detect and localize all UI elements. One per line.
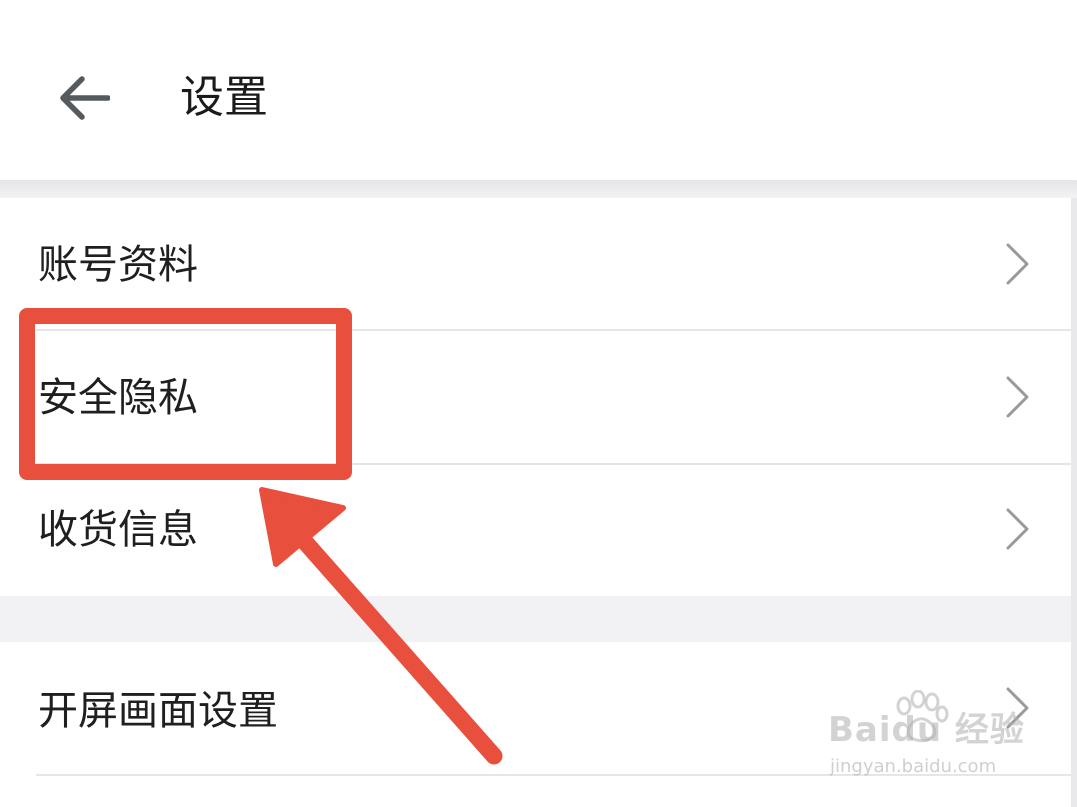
settings-group-display: 开屏画面设置 [0, 642, 1077, 807]
settings-item-label: 安全隐私 [38, 375, 198, 421]
app-header: 设置 [0, 0, 1077, 180]
chevron-right-icon [1006, 687, 1029, 729]
page-title: 设置 [180, 72, 268, 123]
chevron-right-icon [1006, 508, 1029, 550]
settings-item-label: 开屏画面设置 [38, 688, 278, 734]
settings-item-label: 账号资料 [38, 242, 198, 288]
settings-item-shipping-info[interactable]: 收货信息 [0, 465, 1077, 597]
scrollbar[interactable] [1071, 198, 1077, 807]
chevron-right-icon [1006, 376, 1029, 418]
divider [36, 774, 1077, 776]
section-gap [0, 596, 1077, 642]
settings-item-account-profile[interactable]: 账号资料 [0, 198, 1077, 330]
back-button[interactable] [52, 66, 116, 130]
chevron-right-icon [1006, 243, 1029, 285]
header-divider [0, 180, 1077, 198]
settings-item-security-privacy[interactable]: 安全隐私 [0, 331, 1077, 463]
settings-item-label: 收货信息 [38, 507, 198, 553]
settings-item-splash-screen[interactable]: 开屏画面设置 [0, 642, 1077, 774]
arrow-left-icon [60, 76, 110, 120]
settings-group-account: 账号资料 安全隐私 收货信息 [0, 198, 1077, 596]
